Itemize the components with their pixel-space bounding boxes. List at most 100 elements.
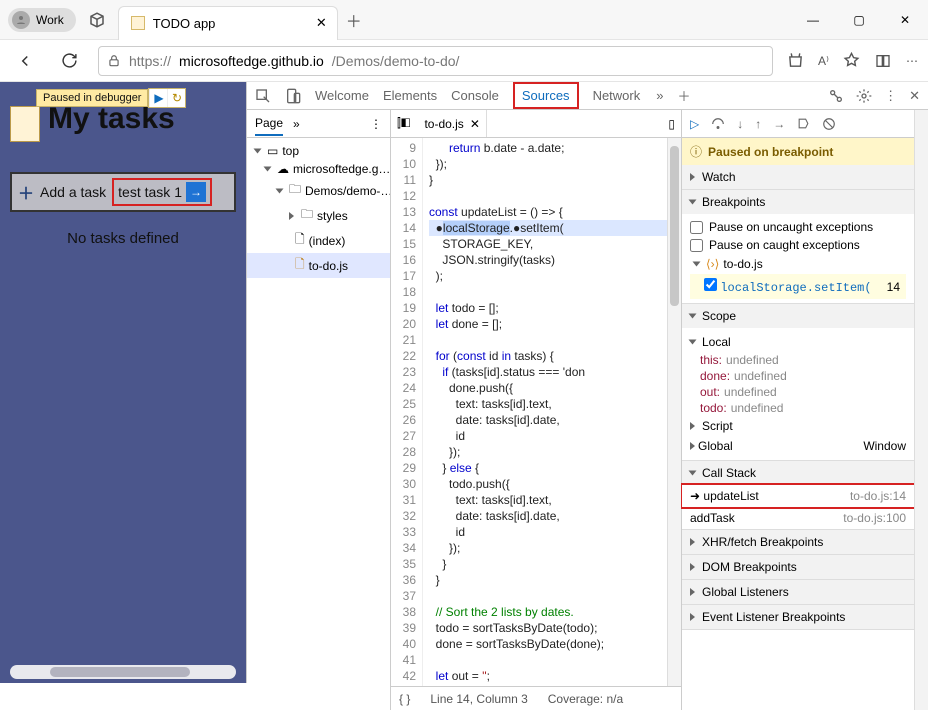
- close-file-icon[interactable]: ✕: [470, 117, 480, 131]
- browser-titlebar: Work TODO app ✕ ＋ — ▢ ✕: [0, 0, 928, 40]
- breakpoints-section[interactable]: Breakpoints: [682, 190, 914, 214]
- sources-navigator: Page » ⋮ ▭ top ☁ microsoftedge.g… 🗀 Demo…: [247, 110, 391, 710]
- tree-top[interactable]: ▭ top: [247, 142, 390, 160]
- inspect-icon[interactable]: [255, 88, 271, 104]
- navigator-menu-icon[interactable]: ⋮: [370, 117, 382, 131]
- tree-folder-styles[interactable]: 🗀 styles: [247, 203, 390, 228]
- new-tab-button[interactable]: ＋: [346, 8, 362, 32]
- tab-elements[interactable]: Elements: [383, 88, 437, 103]
- browser-tab[interactable]: TODO app ✕: [118, 6, 338, 40]
- url-input[interactable]: https:// microsoftedge.github.io/Demos/de…: [98, 46, 773, 76]
- tab-sources[interactable]: Sources: [513, 82, 579, 109]
- empty-state: No tasks defined: [10, 230, 236, 247]
- callstack-section[interactable]: Call Stack: [682, 461, 914, 485]
- cursor-position: Line 14, Column 3: [430, 692, 527, 706]
- tab-welcome[interactable]: Welcome: [315, 88, 369, 103]
- pretty-print-icon[interactable]: { }: [399, 692, 410, 706]
- plus-icon: ＋: [18, 180, 34, 204]
- callstack-row[interactable]: addTaskto-do.js:100: [682, 507, 914, 529]
- deactivate-bp-icon[interactable]: [797, 117, 810, 130]
- tree-host[interactable]: ☁ microsoftedge.g…: [247, 160, 390, 178]
- minimize-button[interactable]: —: [790, 0, 836, 40]
- pause-caught-checkbox[interactable]: Pause on caught exceptions: [690, 236, 906, 254]
- step-over-icon[interactable]: [711, 117, 725, 131]
- tab-network[interactable]: Network: [593, 88, 641, 103]
- maximize-button[interactable]: ▢: [836, 0, 882, 40]
- settings-menu-icon[interactable]: ⋯: [906, 54, 918, 68]
- code-area[interactable]: return b.date - a.date; });} const updat…: [423, 138, 667, 686]
- page-h-scrollbar[interactable]: [10, 665, 236, 679]
- scope-local[interactable]: Local: [690, 332, 906, 352]
- workspaces-icon[interactable]: [88, 11, 106, 29]
- xhr-section[interactable]: XHR/fetch Breakpoints: [682, 530, 914, 554]
- device-icon[interactable]: [285, 88, 301, 104]
- profile-label: Work: [36, 13, 64, 27]
- editor-more-icon[interactable]: ▯: [668, 117, 675, 131]
- resume-icon[interactable]: ▶: [149, 89, 167, 107]
- debugger-v-scrollbar[interactable]: [914, 110, 928, 710]
- tree-file-index[interactable]: 🗋 (index): [247, 228, 390, 253]
- step-icon[interactable]: ↻: [167, 89, 185, 107]
- scope-var[interactable]: out: undefined: [690, 384, 906, 400]
- refresh-button[interactable]: [54, 46, 84, 76]
- global-listeners-section[interactable]: Global Listeners: [682, 580, 914, 604]
- profile-button[interactable]: Work: [8, 8, 76, 32]
- step-into-icon[interactable]: ↓: [737, 117, 743, 131]
- more-tabs-icon[interactable]: »: [656, 88, 663, 103]
- pause-exceptions-icon[interactable]: [822, 117, 836, 131]
- issues-icon[interactable]: [828, 88, 844, 104]
- add-task-form: ＋ Add a task test task 1 →: [10, 172, 236, 212]
- tab-console[interactable]: Console: [451, 88, 499, 103]
- close-tab-icon[interactable]: ✕: [316, 15, 327, 31]
- callstack-row[interactable]: ➜ updateListto-do.js:14: [680, 483, 916, 509]
- step-out-icon[interactable]: ↑: [755, 117, 761, 131]
- editor-v-scrollbar[interactable]: [667, 138, 681, 686]
- scope-var[interactable]: this: undefined: [690, 352, 906, 368]
- watch-section[interactable]: Watch: [682, 165, 914, 189]
- navigator-page-tab[interactable]: Page: [255, 116, 283, 136]
- scope-section[interactable]: Scope: [682, 304, 914, 328]
- line-gutter[interactable]: 9101112131415161718192021222324252627282…: [391, 138, 423, 686]
- avatar-icon: [12, 11, 30, 29]
- add-task-label: Add a task: [40, 184, 106, 200]
- paused-banner: ⓘ Paused on breakpoint: [682, 138, 914, 165]
- close-devtools-icon[interactable]: ✕: [909, 88, 920, 104]
- url-host: microsoftedge.github.io: [179, 53, 324, 69]
- editor-statusbar: { } Line 14, Column 3 Coverage: n/a: [391, 686, 681, 710]
- shopping-icon[interactable]: [787, 52, 804, 69]
- favorite-icon[interactable]: [843, 52, 860, 69]
- scope-global[interactable]: GlobalWindow: [690, 436, 906, 456]
- tree-folder-demos[interactable]: 🗀 Demos/demo-…: [247, 178, 390, 203]
- kebab-icon[interactable]: ⋮: [884, 88, 897, 104]
- file-tree: ▭ top ☁ microsoftedge.g… 🗀 Demos/demo-… …: [247, 138, 390, 282]
- scope-var[interactable]: done: undefined: [690, 368, 906, 384]
- bp-file-row[interactable]: ⟨›⟩to-do.js: [690, 254, 906, 274]
- page-favicon: [131, 16, 145, 30]
- scope-script[interactable]: Script: [690, 416, 906, 436]
- task-input[interactable]: test task 1: [118, 184, 182, 200]
- step-icon[interactable]: →: [773, 117, 785, 131]
- split-screen-icon[interactable]: [874, 53, 892, 69]
- editor-dock-icon[interactable]: ⫿◧: [397, 116, 410, 131]
- url-scheme: https://: [129, 53, 171, 69]
- pause-uncaught-checkbox[interactable]: Pause on uncaught exceptions: [690, 218, 906, 236]
- back-button[interactable]: [10, 46, 40, 76]
- read-aloud-icon[interactable]: A⁾: [818, 54, 829, 68]
- devtools-panel: Welcome Elements Console Sources Network…: [246, 82, 928, 683]
- tree-file-todo-js[interactable]: 🗋 to-do.js: [247, 253, 390, 278]
- event-listener-bp-section[interactable]: Event Listener Breakpoints: [682, 605, 914, 629]
- debugger-toolbar: ▷ ↓ ↑ →: [682, 110, 914, 138]
- url-path: /Demos/demo-to-do/: [332, 53, 460, 69]
- close-window-button[interactable]: ✕: [882, 0, 928, 40]
- bp-item[interactable]: localStorage.setItem( 14: [690, 274, 906, 299]
- site-info-icon[interactable]: [107, 54, 121, 68]
- scope-var[interactable]: todo: undefined: [690, 400, 906, 416]
- editor-file-tab[interactable]: to-do.js✕: [418, 110, 486, 137]
- add-tab-icon[interactable]: ＋: [677, 86, 690, 105]
- navigator-more-icon[interactable]: »: [293, 117, 300, 131]
- paused-overlay: Paused in debugger ▶ ↻: [36, 88, 186, 108]
- gear-icon[interactable]: [856, 88, 872, 104]
- submit-button[interactable]: →: [186, 182, 206, 202]
- dom-bp-section[interactable]: DOM Breakpoints: [682, 555, 914, 579]
- resume-button[interactable]: ▷: [690, 117, 699, 131]
